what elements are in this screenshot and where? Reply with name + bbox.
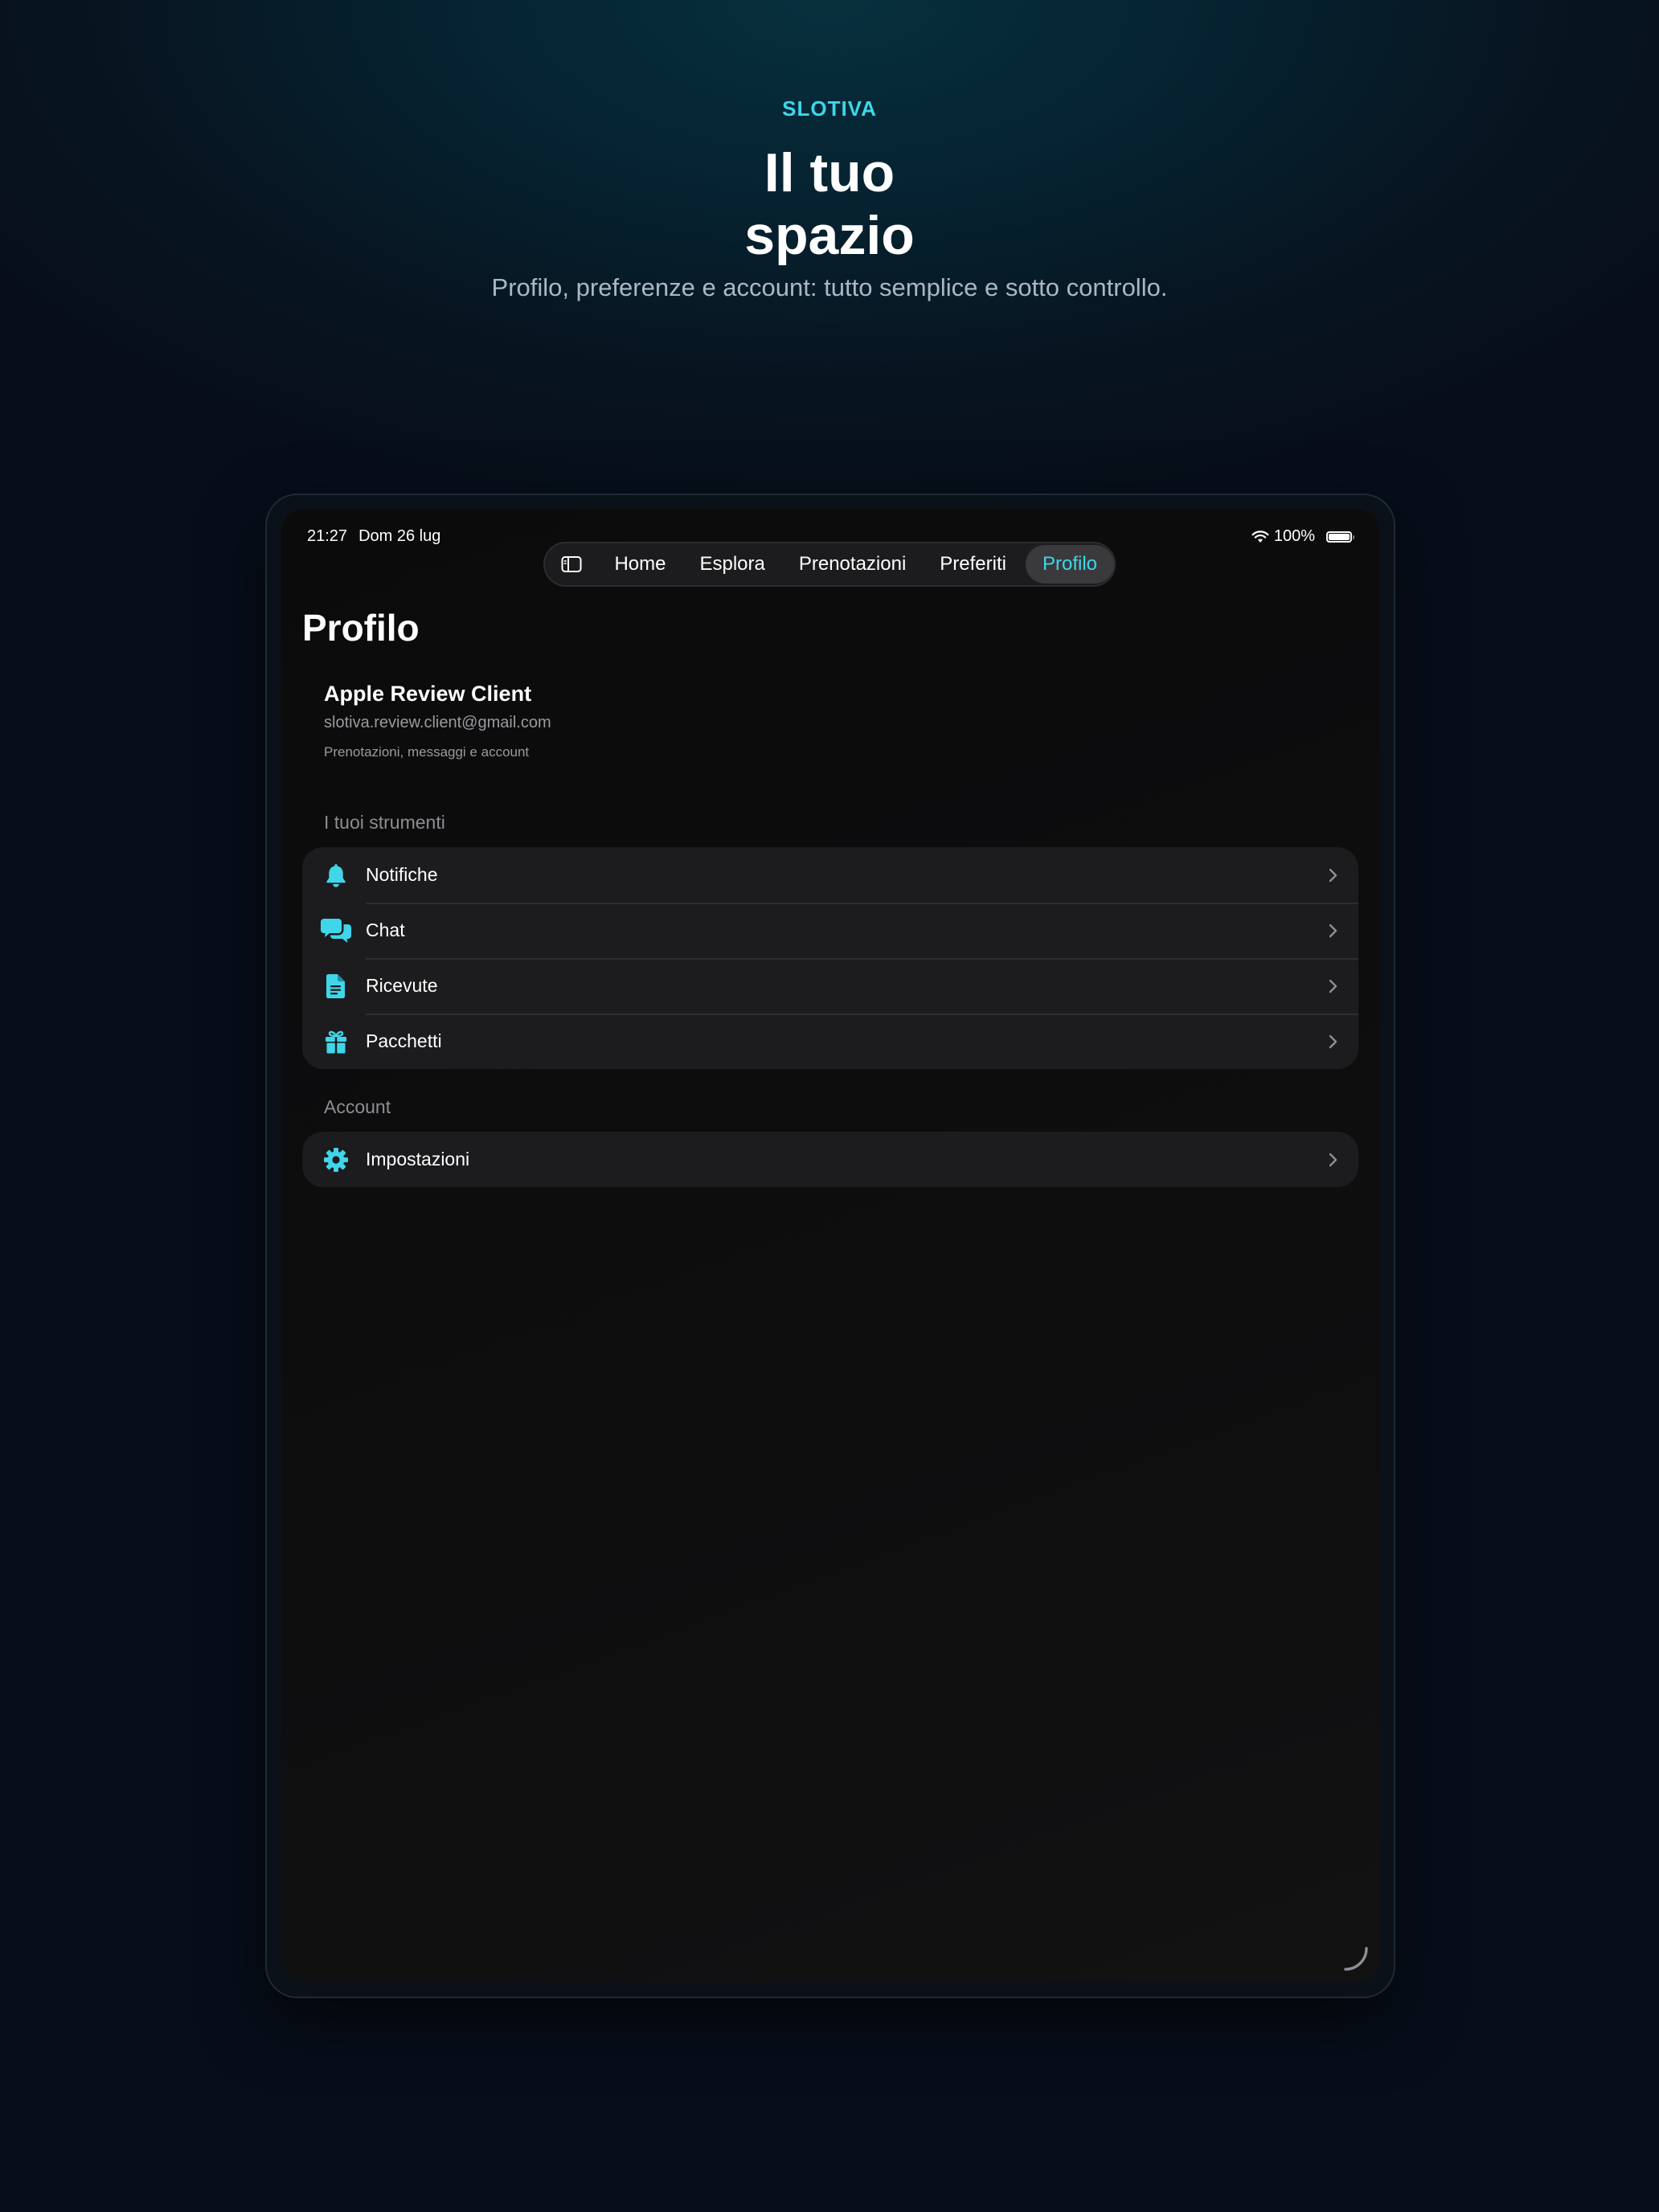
tab-home[interactable]: Home: [597, 545, 682, 584]
bell-icon: [320, 861, 352, 890]
user-email: slotiva.review.client@gmail.com: [324, 714, 551, 731]
gear-icon: [320, 1145, 352, 1174]
list-item-label: Chat: [366, 920, 405, 940]
headline: Il tuo spazio: [0, 141, 1659, 267]
status-time: 21:27: [307, 527, 348, 545]
hero-subline: Profilo, preferenze e account: tutto sem…: [491, 273, 1168, 301]
chevron-right-icon: [1329, 868, 1337, 882]
tab-esplora[interactable]: Esplora: [682, 545, 781, 584]
document-icon: [320, 972, 352, 1001]
list-item-ricevute[interactable]: Ricevute: [302, 958, 1358, 1014]
battery-percentage: 100%: [1273, 527, 1315, 545]
resize-corner-icon[interactable]: [1339, 1944, 1371, 1976]
list-item-impostazioni[interactable]: Impostazioni: [302, 1132, 1358, 1187]
tablet-frame: 21:27 Dom 26 lug 100% Home Esplora Preno…: [265, 494, 1395, 1998]
user-name: Apple Review Client: [324, 682, 532, 706]
list-item-chat[interactable]: Chat: [302, 903, 1358, 958]
tab-preferiti[interactable]: Preferiti: [923, 545, 1023, 584]
top-tab-bar: Home Esplora Prenotazioni Preferiti Prof…: [543, 542, 1116, 587]
section-label-tools: I tuoi strumenti: [324, 812, 445, 833]
tab-profilo[interactable]: Profilo: [1025, 545, 1114, 584]
gift-icon: [320, 1027, 352, 1056]
list-item-label: Impostazioni: [366, 1149, 470, 1169]
chat-bubbles-icon: [320, 916, 352, 945]
headline-line-1: Il tuo: [764, 142, 895, 203]
user-description: Prenotazioni, messaggi e account: [324, 744, 530, 760]
tablet-screen: 21:27 Dom 26 lug 100% Home Esplora Preno…: [281, 510, 1379, 1982]
sidebar-toggle-button[interactable]: [545, 543, 597, 585]
chevron-right-icon: [1329, 1034, 1337, 1048]
wifi-icon: [1251, 530, 1269, 543]
chevron-right-icon: [1329, 924, 1337, 937]
tools-group: Notifiche Chat Ricevute Pacchetti: [302, 847, 1358, 1069]
list-item-notifiche[interactable]: Notifiche: [302, 847, 1358, 903]
chevron-right-icon: [1329, 1153, 1337, 1166]
list-item-label: Ricevute: [366, 975, 438, 996]
account-group: Impostazioni: [302, 1132, 1358, 1187]
list-item-label: Pacchetti: [366, 1030, 442, 1051]
battery-icon: [1326, 530, 1354, 543]
page-title: Profilo: [302, 607, 420, 649]
brand-label: SLOTIVA: [782, 96, 877, 121]
tab-prenotazioni[interactable]: Prenotazioni: [782, 545, 923, 584]
chevron-right-icon: [1329, 979, 1337, 993]
list-item-label: Notifiche: [366, 864, 438, 885]
sidebar-icon: [561, 556, 582, 572]
section-label-account: Account: [324, 1096, 391, 1117]
headline-line-2: spazio: [744, 205, 915, 266]
list-item-pacchetti[interactable]: Pacchetti: [302, 1014, 1358, 1069]
status-date: Dom 26 lug: [358, 527, 441, 545]
